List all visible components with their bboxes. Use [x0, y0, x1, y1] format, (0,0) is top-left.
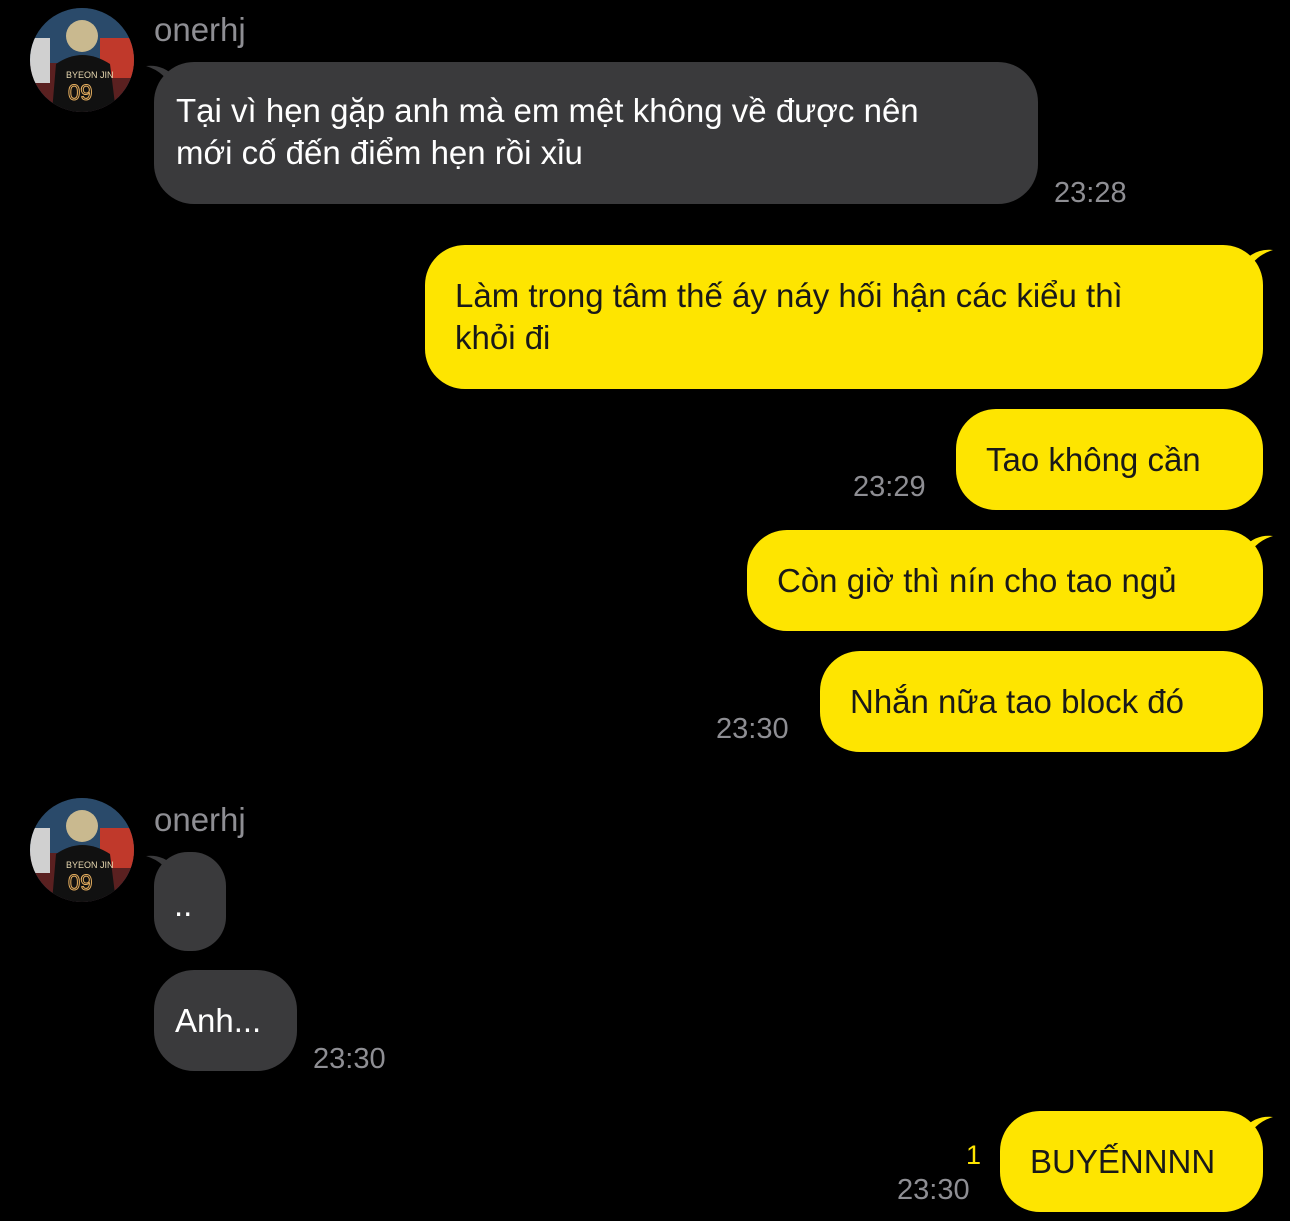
message-text: Còn giờ thì nín cho tao ngủ — [777, 562, 1177, 599]
message-bubble-outgoing[interactable]: BUYẾNNNN — [1000, 1111, 1263, 1212]
message-bubble-incoming[interactable]: Tại vì hẹn gặp anh mà em mệt không về đư… — [154, 62, 1038, 204]
message-text: BUYẾNNNN — [1030, 1143, 1216, 1180]
svg-text:BYEON JIN: BYEON JIN — [66, 70, 114, 80]
message-bubble-outgoing[interactable]: Còn giờ thì nín cho tao ngủ — [747, 530, 1263, 631]
svg-text:09: 09 — [68, 870, 92, 895]
message-bubble-incoming[interactable]: Anh... — [154, 970, 297, 1071]
message-timestamp: 23:30 — [313, 1043, 386, 1075]
message-text: mới cố đến điểm hẹn rồi xỉu — [176, 134, 583, 171]
profile-photo-icon: BYEON JIN 09 — [30, 8, 134, 112]
message-text: Tao không cần — [986, 441, 1201, 478]
sender-avatar[interactable]: BYEON JIN 09 — [30, 8, 134, 112]
profile-photo-icon: BYEON JIN 09 — [30, 798, 134, 902]
message-text: Tại vì hẹn gặp anh mà em mệt không về đư… — [176, 92, 919, 129]
sender-avatar[interactable]: BYEON JIN 09 — [30, 798, 134, 902]
message-text: khỏi đi — [455, 319, 551, 356]
sender-name: onerhj — [154, 11, 246, 48]
message-text: .. — [174, 886, 193, 923]
message-bubble-outgoing[interactable]: Làm trong tâm thế áy náy hối hận các kiể… — [425, 245, 1263, 389]
message-timestamp: 23:30 — [897, 1174, 970, 1206]
svg-text:09: 09 — [68, 80, 92, 105]
message-bubble-outgoing[interactable]: Nhắn nữa tao block đó — [820, 651, 1263, 752]
message-timestamp: 23:30 — [716, 713, 789, 745]
message-text: Nhắn nữa tao block đó — [850, 683, 1184, 720]
unread-count: 1 — [966, 1140, 982, 1170]
message-bubble-incoming[interactable]: .. — [154, 852, 226, 951]
message-text: Làm trong tâm thế áy náy hối hận các kiể… — [455, 277, 1123, 314]
message-bubble-outgoing[interactable]: Tao không cần — [956, 409, 1263, 510]
svg-text:BYEON JIN: BYEON JIN — [66, 860, 114, 870]
message-timestamp: 23:28 — [1054, 177, 1127, 209]
sender-name: onerhj — [154, 801, 246, 838]
message-text: Anh... — [175, 1002, 262, 1039]
message-timestamp: 23:29 — [853, 471, 926, 503]
